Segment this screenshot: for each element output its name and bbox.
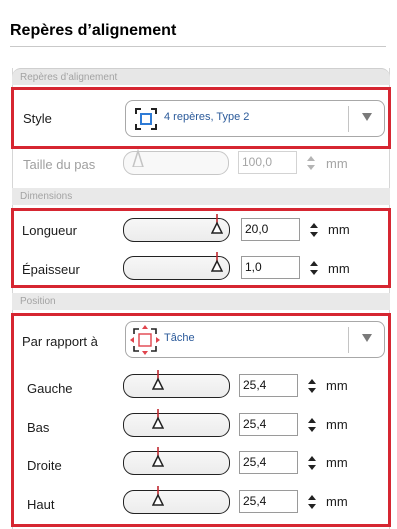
bas-slider[interactable]: [123, 409, 230, 437]
longueur-label: Longueur: [22, 223, 77, 238]
section-header-position: Position: [12, 293, 390, 310]
taille-pas-slider: [123, 148, 229, 175]
bas-unit: mm: [326, 417, 348, 432]
haut-stepper-icon[interactable]: [307, 493, 317, 511]
chevron-down-icon[interactable]: [362, 334, 372, 342]
gauche-input[interactable]: 25,4: [239, 374, 298, 397]
par-rapport-value: Tâche: [164, 332, 195, 344]
epaisseur-unit: mm: [328, 261, 350, 276]
bas-stepper-icon[interactable]: [307, 416, 317, 434]
taille-pas-unit: mm: [326, 156, 348, 171]
slider-marker-icon[interactable]: [210, 252, 224, 277]
taille-pas-label: Taille du pas: [23, 157, 96, 172]
bas-label: Bas: [27, 420, 50, 435]
style-value: 4 repères, Type 2: [164, 111, 250, 123]
droite-unit: mm: [326, 455, 348, 470]
haut-label: Haut: [27, 497, 55, 512]
chevron-down-icon[interactable]: [362, 113, 372, 121]
droite-input[interactable]: 25,4: [239, 451, 298, 474]
bas-input[interactable]: 25,4: [239, 413, 298, 436]
gauche-unit: mm: [326, 378, 348, 393]
longueur-slider[interactable]: [123, 214, 230, 242]
crop-marks-icon: [134, 107, 158, 136]
epaisseur-input[interactable]: 1,0: [241, 256, 300, 279]
combo-divider: [348, 327, 349, 353]
taille-pas-stepper-icon: [306, 154, 316, 172]
par-rapport-combobox[interactable]: Tâche: [125, 321, 385, 358]
longueur-stepper-icon[interactable]: [309, 221, 319, 239]
slider-marker-icon: [131, 148, 145, 172]
epaisseur-label: Épaisseur: [22, 262, 80, 277]
slider-marker-icon[interactable]: [210, 214, 224, 239]
par-rapport-label: Par rapport à: [22, 334, 98, 349]
haut-input[interactable]: 25,4: [239, 490, 298, 513]
slider-marker-icon[interactable]: [151, 370, 164, 395]
epaisseur-stepper-icon[interactable]: [309, 259, 319, 277]
longueur-input[interactable]: 20,0: [241, 218, 300, 241]
taille-pas-input: 100,0: [238, 151, 297, 174]
haut-slider[interactable]: [123, 486, 230, 514]
epaisseur-slider[interactable]: [123, 252, 230, 280]
droite-label: Droite: [27, 458, 62, 473]
longueur-unit: mm: [328, 222, 350, 237]
section-header-dimensions: Dimensions: [12, 188, 390, 205]
style-label: Style: [23, 111, 52, 126]
position-target-icon: [130, 325, 160, 360]
slider-marker-icon[interactable]: [151, 486, 164, 511]
panel-title: Repères d’alignement: [10, 22, 177, 39]
section-header-reperes: Repères d’alignement: [12, 68, 390, 85]
haut-unit: mm: [326, 494, 348, 509]
gauche-stepper-icon[interactable]: [307, 377, 317, 395]
title-divider: [10, 46, 386, 47]
gauche-slider[interactable]: [123, 370, 230, 398]
gauche-label: Gauche: [27, 381, 73, 396]
slider-marker-icon[interactable]: [151, 409, 164, 434]
slider-marker-icon[interactable]: [151, 447, 164, 472]
droite-slider[interactable]: [123, 447, 230, 475]
combo-divider: [348, 106, 349, 132]
style-combobox[interactable]: 4 repères, Type 2: [125, 100, 385, 137]
droite-stepper-icon[interactable]: [307, 454, 317, 472]
